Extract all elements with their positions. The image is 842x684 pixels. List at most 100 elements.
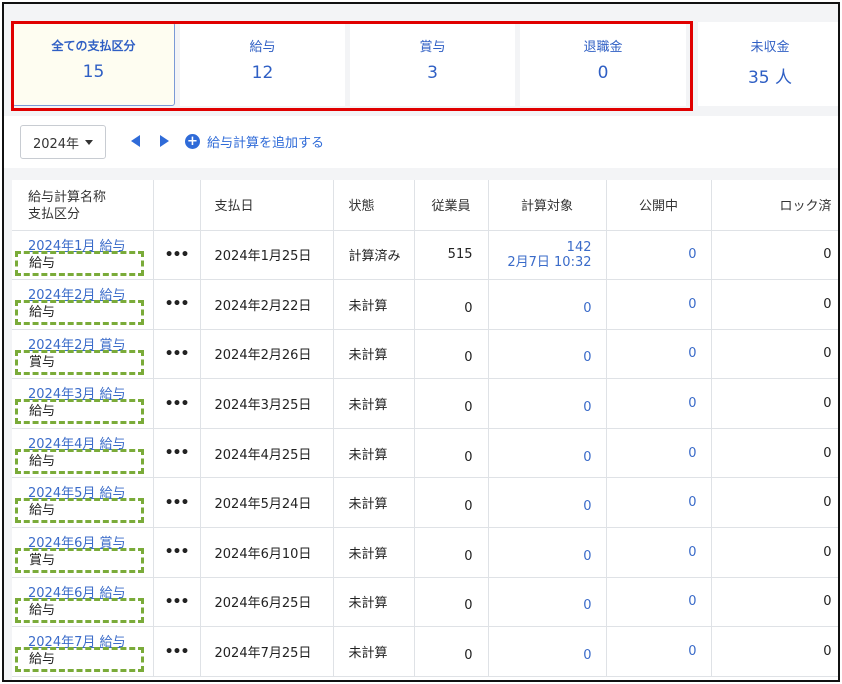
payment-date: 2024年2月22日	[200, 279, 334, 330]
calc-count[interactable]: 0	[583, 301, 591, 316]
published-count[interactable]: 0	[606, 230, 712, 281]
employees-cell: 0	[414, 577, 489, 628]
name-cell: 2024年1月 給与 給与	[12, 230, 154, 281]
more-dots-icon[interactable]: •••	[165, 296, 190, 312]
published-count[interactable]: 0	[606, 329, 712, 380]
col-header-status[interactable]: 状態	[333, 180, 415, 231]
calc-count[interactable]: 0	[583, 648, 591, 663]
row-menu-cell: •••	[153, 577, 201, 628]
published-count[interactable]: 0	[606, 626, 712, 677]
employee-count: 0	[464, 499, 473, 515]
locked-count: 0	[711, 279, 838, 330]
card-value: 15	[82, 62, 105, 82]
col-header-employees[interactable]: 従業員	[414, 180, 489, 231]
calc-count[interactable]: 0	[583, 549, 591, 564]
more-dots-icon[interactable]: •••	[165, 594, 190, 610]
card-uncollected[interactable]: 未収金 35 人	[698, 22, 838, 106]
card-label: 賞与	[419, 40, 446, 55]
employees-cell: 0	[414, 428, 489, 479]
employees-cell: 0	[414, 329, 489, 380]
employees-cell: 0	[414, 378, 489, 429]
payment-type-tag: 給与	[15, 399, 144, 425]
status-text: 未計算	[333, 428, 415, 479]
calc-target-cell: 142 2月7日 10:32	[488, 230, 607, 281]
row-menu-cell: •••	[153, 378, 201, 429]
calc-count[interactable]: 0	[583, 350, 591, 365]
row-menu-cell: •••	[153, 279, 201, 330]
table-header-row: 給与計算名称 支払区分 支払日 状態 従業員 計算対象 公開中 ロック済	[12, 180, 838, 231]
employee-count: 515	[447, 247, 473, 263]
employees-cell: 0	[414, 626, 489, 677]
prev-arrow-icon[interactable]	[131, 135, 140, 147]
more-dots-icon[interactable]: •••	[165, 495, 190, 511]
published-count[interactable]: 0	[606, 477, 712, 529]
add-payroll-button[interactable]: + 給与計算を追加する	[185, 132, 324, 151]
table-row: 2024年1月 給与 給与 ••• 2024年1月25日 計算済み 515 142 2月7日 …	[12, 230, 838, 281]
more-dots-icon[interactable]: •••	[165, 644, 190, 660]
row-menu-cell: •••	[153, 477, 201, 529]
calc-count[interactable]: 0	[583, 450, 591, 465]
row-menu-cell: •••	[153, 329, 201, 380]
payment-type-tag: 賞与	[15, 349, 144, 375]
caret-down-icon	[85, 139, 94, 145]
table-row: 2024年2月 給与 給与 ••• 2024年2月22日 未計算 0 0 0 0	[12, 279, 838, 330]
name-cell: 2024年7月 給与 給与	[12, 626, 154, 677]
payment-type-tag: 給与	[15, 250, 144, 276]
payment-type-tag: 賞与	[15, 548, 144, 574]
card-label: 給与	[249, 40, 276, 55]
employees-cell: 515	[414, 230, 489, 281]
published-count[interactable]: 0	[606, 577, 712, 628]
col-header-payment-date[interactable]: 支払日	[200, 180, 334, 231]
calc-time[interactable]: 2月7日 10:32	[489, 255, 591, 270]
card-label: 退職金	[583, 40, 623, 55]
published-count[interactable]: 0	[606, 527, 712, 578]
row-menu-cell: •••	[153, 230, 201, 281]
add-payroll-label: 給与計算を追加する	[207, 136, 325, 151]
table-row: 2024年2月 賞与 賞与 ••• 2024年2月26日 未計算 0 0 0 0	[12, 329, 838, 380]
calc-count[interactable]: 0	[583, 499, 591, 514]
card-all-payment-types[interactable]: 全ての支払区分 15	[12, 22, 175, 106]
table-row: 2024年7月 給与 給与 ••• 2024年7月25日 未計算 0 0 0 0	[12, 626, 838, 677]
card-bonus[interactable]: 賞与 3	[350, 22, 515, 106]
employee-count: 0	[464, 548, 473, 564]
calc-count[interactable]: 0	[583, 598, 591, 613]
col-header-calc-target[interactable]: 計算対象	[488, 180, 607, 231]
employees-cell: 0	[414, 279, 489, 330]
employee-count: 0	[464, 350, 473, 366]
locked-count: 0	[711, 428, 838, 479]
more-dots-icon[interactable]: •••	[165, 247, 190, 263]
card-salary[interactable]: 給与 12	[180, 22, 345, 106]
status-text: 未計算	[333, 577, 415, 628]
card-value: 12	[251, 63, 274, 83]
more-dots-icon[interactable]: •••	[165, 445, 190, 461]
calc-count[interactable]: 142	[489, 240, 592, 255]
year-select[interactable]: 2024年	[20, 125, 106, 159]
employee-count: 0	[464, 400, 473, 416]
payment-date: 2024年3月25日	[200, 378, 334, 429]
locked-count: 0	[711, 230, 838, 281]
row-menu-cell: •••	[153, 527, 201, 578]
more-dots-icon[interactable]: •••	[165, 396, 190, 412]
table-row: 2024年6月 賞与 賞与 ••• 2024年6月10日 未計算 0 0 0 0	[12, 527, 838, 578]
summary-cards: 全ての支払区分 15 給与 12 賞与 3 退職金 0 未収金 35 人	[4, 16, 838, 112]
more-dots-icon[interactable]: •••	[165, 544, 190, 560]
status-text: 未計算	[333, 527, 415, 578]
locked-count: 0	[711, 329, 838, 380]
card-value: 3	[427, 63, 438, 83]
published-count[interactable]: 0	[606, 428, 712, 479]
next-arrow-icon[interactable]	[160, 135, 169, 147]
more-dots-icon[interactable]: •••	[165, 346, 190, 362]
card-retirement[interactable]: 退職金 0	[520, 22, 686, 106]
payment-type-tag: 給与	[15, 498, 144, 524]
card-value: 35 人	[747, 68, 793, 88]
published-count[interactable]: 0	[606, 279, 712, 330]
card-value: 0	[597, 63, 609, 83]
card-label: 全ての支払区分	[51, 39, 136, 53]
status-text: 未計算	[333, 626, 415, 677]
col-header-name[interactable]: 給与計算名称 支払区分	[12, 180, 154, 231]
published-count[interactable]: 0	[606, 378, 712, 429]
status-text: 未計算	[333, 378, 415, 429]
col-header-locked[interactable]: ロック済	[711, 180, 838, 231]
col-header-published[interactable]: 公開中	[606, 180, 712, 231]
calc-count[interactable]: 0	[583, 400, 591, 415]
